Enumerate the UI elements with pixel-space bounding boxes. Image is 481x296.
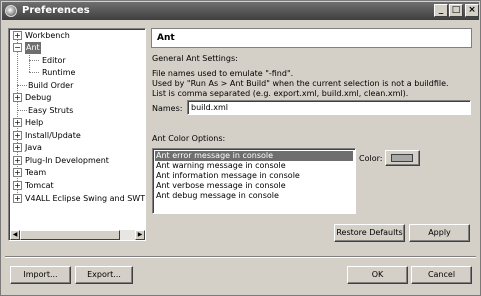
restore-defaults-button[interactable]: Restore Defaults xyxy=(334,224,405,242)
expand-icon[interactable]: + xyxy=(13,168,22,177)
list-item[interactable]: Ant verbose message in console xyxy=(155,181,353,191)
expand-icon[interactable]: + xyxy=(13,93,22,102)
general-settings-heading: General Ant Settings: xyxy=(152,54,238,63)
scroll-right-arrow-icon[interactable]: ▶ xyxy=(135,230,145,240)
list-item[interactable]: Ant debug message in console xyxy=(155,191,353,201)
description-line-1: File names used to emulate "-find". xyxy=(152,69,294,78)
tree-horizontal-scrollbar[interactable]: ◀ ▶ xyxy=(10,230,145,240)
list-item[interactable]: Ant warning message in console xyxy=(155,161,353,171)
tree-item-debug[interactable]: Debug xyxy=(25,92,51,104)
tree-item-runtime[interactable]: Runtime xyxy=(42,67,75,79)
expand-icon[interactable]: + xyxy=(13,143,22,152)
expand-icon[interactable]: + xyxy=(13,31,22,40)
expand-icon[interactable]: + xyxy=(13,181,22,190)
expand-icon[interactable]: + xyxy=(13,156,22,165)
app-icon xyxy=(5,5,17,17)
tree-connector xyxy=(29,53,30,72)
list-item[interactable]: Ant error message in console xyxy=(155,151,353,161)
tree-connector xyxy=(29,60,39,61)
tree-item-workbench[interactable]: Workbench xyxy=(25,30,70,42)
maximize-button[interactable]: □ xyxy=(449,4,463,17)
expand-icon[interactable]: + xyxy=(13,131,22,140)
tree-item-build-order[interactable]: Build Order xyxy=(28,80,73,92)
footer-divider xyxy=(5,256,476,258)
ok-button[interactable]: OK xyxy=(347,266,408,284)
description-line-3: List is comma separated (e.g. export.xml… xyxy=(152,89,409,98)
tree-connector xyxy=(29,72,39,73)
tree-item-editor[interactable]: Editor xyxy=(42,55,66,67)
cancel-button[interactable]: Cancel xyxy=(411,266,472,284)
tree-item-install-update[interactable]: Install/Update xyxy=(25,130,81,142)
collapse-icon[interactable]: − xyxy=(13,43,22,52)
tree-connector xyxy=(17,85,27,86)
color-picker-button[interactable] xyxy=(385,150,420,166)
title-bar[interactable]: Preferences _ □ × xyxy=(2,2,479,20)
minimize-button[interactable]: _ xyxy=(434,4,448,17)
page-title: Ant xyxy=(151,28,472,48)
color-options-list[interactable]: Ant error message in console Ant warning… xyxy=(152,148,356,214)
tree-item-help[interactable]: Help xyxy=(25,117,43,129)
expand-icon[interactable]: + xyxy=(13,194,22,203)
export-button[interactable]: Export... xyxy=(75,266,133,284)
color-swatch xyxy=(391,154,413,162)
description-line-2: Used by "Run As > Ant Build" when the cu… xyxy=(152,79,449,88)
scroll-left-arrow-icon[interactable]: ◀ xyxy=(10,230,20,240)
expand-icon[interactable]: + xyxy=(13,118,22,127)
list-item[interactable]: Ant information message in console xyxy=(155,171,353,181)
import-button[interactable]: Import... xyxy=(10,266,71,284)
tree-item-tomcat[interactable]: Tomcat xyxy=(25,180,54,192)
tree-item-ant[interactable]: Ant xyxy=(25,42,41,54)
tree-item-easy-struts[interactable]: Easy Struts xyxy=(28,105,73,117)
scroll-thumb[interactable] xyxy=(20,230,120,240)
apply-button[interactable]: Apply xyxy=(409,224,470,242)
tree-item-plug-in-development[interactable]: Plug-In Development xyxy=(25,155,109,167)
color-options-heading: Ant Color Options: xyxy=(152,134,226,143)
tree-item-v4all[interactable]: V4ALL Eclipse Swing and SWT G xyxy=(25,193,145,205)
tree-item-java[interactable]: Java xyxy=(25,142,42,154)
color-label: Color: xyxy=(359,154,383,163)
tree-item-team[interactable]: Team xyxy=(25,167,46,179)
close-button[interactable]: × xyxy=(465,4,479,17)
preferences-window: Preferences _ □ × + Workbench − Ant Edit… xyxy=(0,0,481,296)
tree-connector xyxy=(17,110,27,111)
window-title: Preferences xyxy=(22,5,90,16)
names-label: Names: xyxy=(152,104,183,113)
preferences-tree[interactable]: + Workbench − Ant Editor Runtime Build O… xyxy=(8,28,146,241)
names-input[interactable]: build.xml xyxy=(187,100,471,115)
